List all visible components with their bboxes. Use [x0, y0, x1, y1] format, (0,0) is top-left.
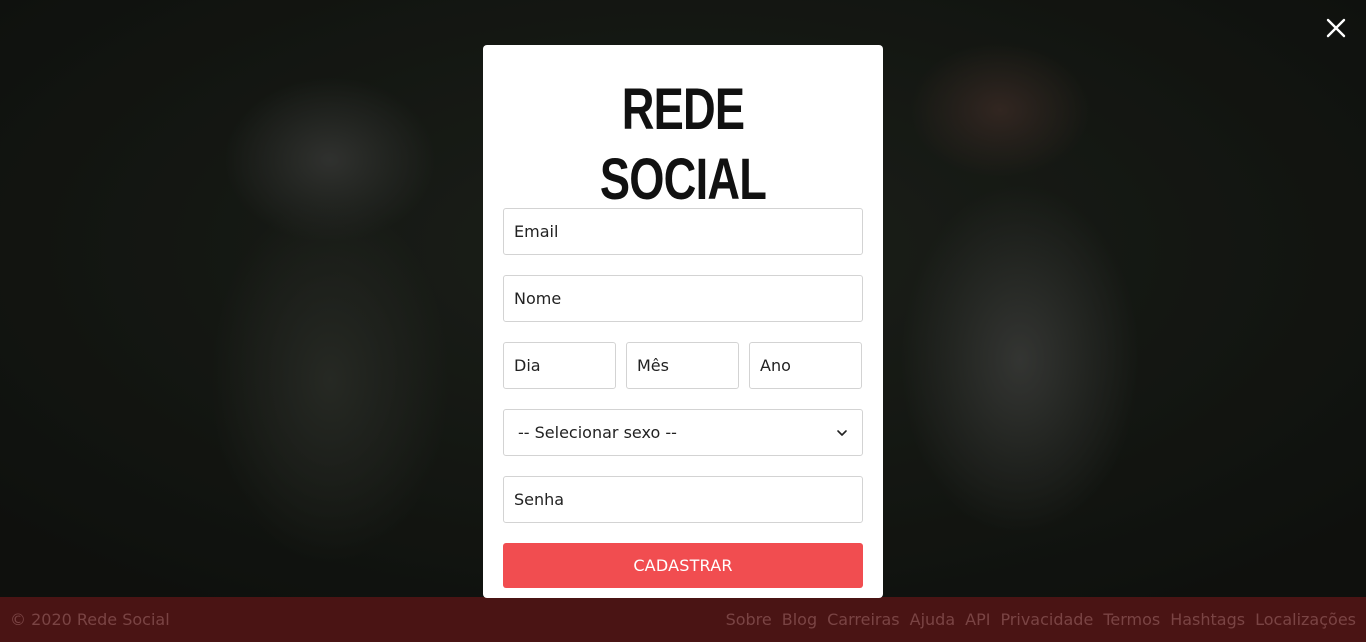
footer-link-carreiras[interactable]: Carreiras [827, 610, 900, 629]
close-icon [1326, 18, 1346, 38]
footer-link-termos[interactable]: Termos [1103, 610, 1160, 629]
close-button[interactable] [1322, 14, 1350, 42]
chevron-down-icon [837, 429, 847, 436]
footer-link-api[interactable]: API [965, 610, 990, 629]
email-field[interactable] [503, 208, 863, 255]
password-field[interactable] [503, 476, 863, 523]
signup-form: -- Selecionar sexo -- CADASTRAR [503, 208, 863, 588]
footer-link-hashtags[interactable]: Hashtags [1170, 610, 1245, 629]
name-field[interactable] [503, 275, 863, 322]
year-field[interactable] [749, 342, 862, 389]
birthdate-row [503, 342, 863, 389]
footer-link-blog[interactable]: Blog [782, 610, 817, 629]
month-field[interactable] [626, 342, 739, 389]
copyright: © 2020 Rede Social [10, 610, 170, 629]
footer-link-localizacoes[interactable]: Localizações [1255, 610, 1356, 629]
footer-links: Sobre Blog Carreiras Ajuda API Privacida… [726, 610, 1356, 629]
day-field[interactable] [503, 342, 616, 389]
gender-select[interactable]: -- Selecionar sexo -- [503, 409, 863, 456]
gender-select-box[interactable]: -- Selecionar sexo -- [503, 409, 863, 456]
submit-button[interactable]: CADASTRAR [503, 543, 863, 588]
gender-select-value: -- Selecionar sexo -- [518, 423, 677, 442]
footer-link-privacidade[interactable]: Privacidade [1000, 610, 1093, 629]
logo: REDE SOCIAL [599, 77, 767, 212]
footer: © 2020 Rede Social Sobre Blog Carreiras … [0, 597, 1366, 642]
signup-modal: REDE SOCIAL -- Selecionar sexo -- CADAST… [483, 45, 883, 598]
footer-link-ajuda[interactable]: Ajuda [910, 610, 956, 629]
footer-link-sobre[interactable]: Sobre [726, 610, 772, 629]
